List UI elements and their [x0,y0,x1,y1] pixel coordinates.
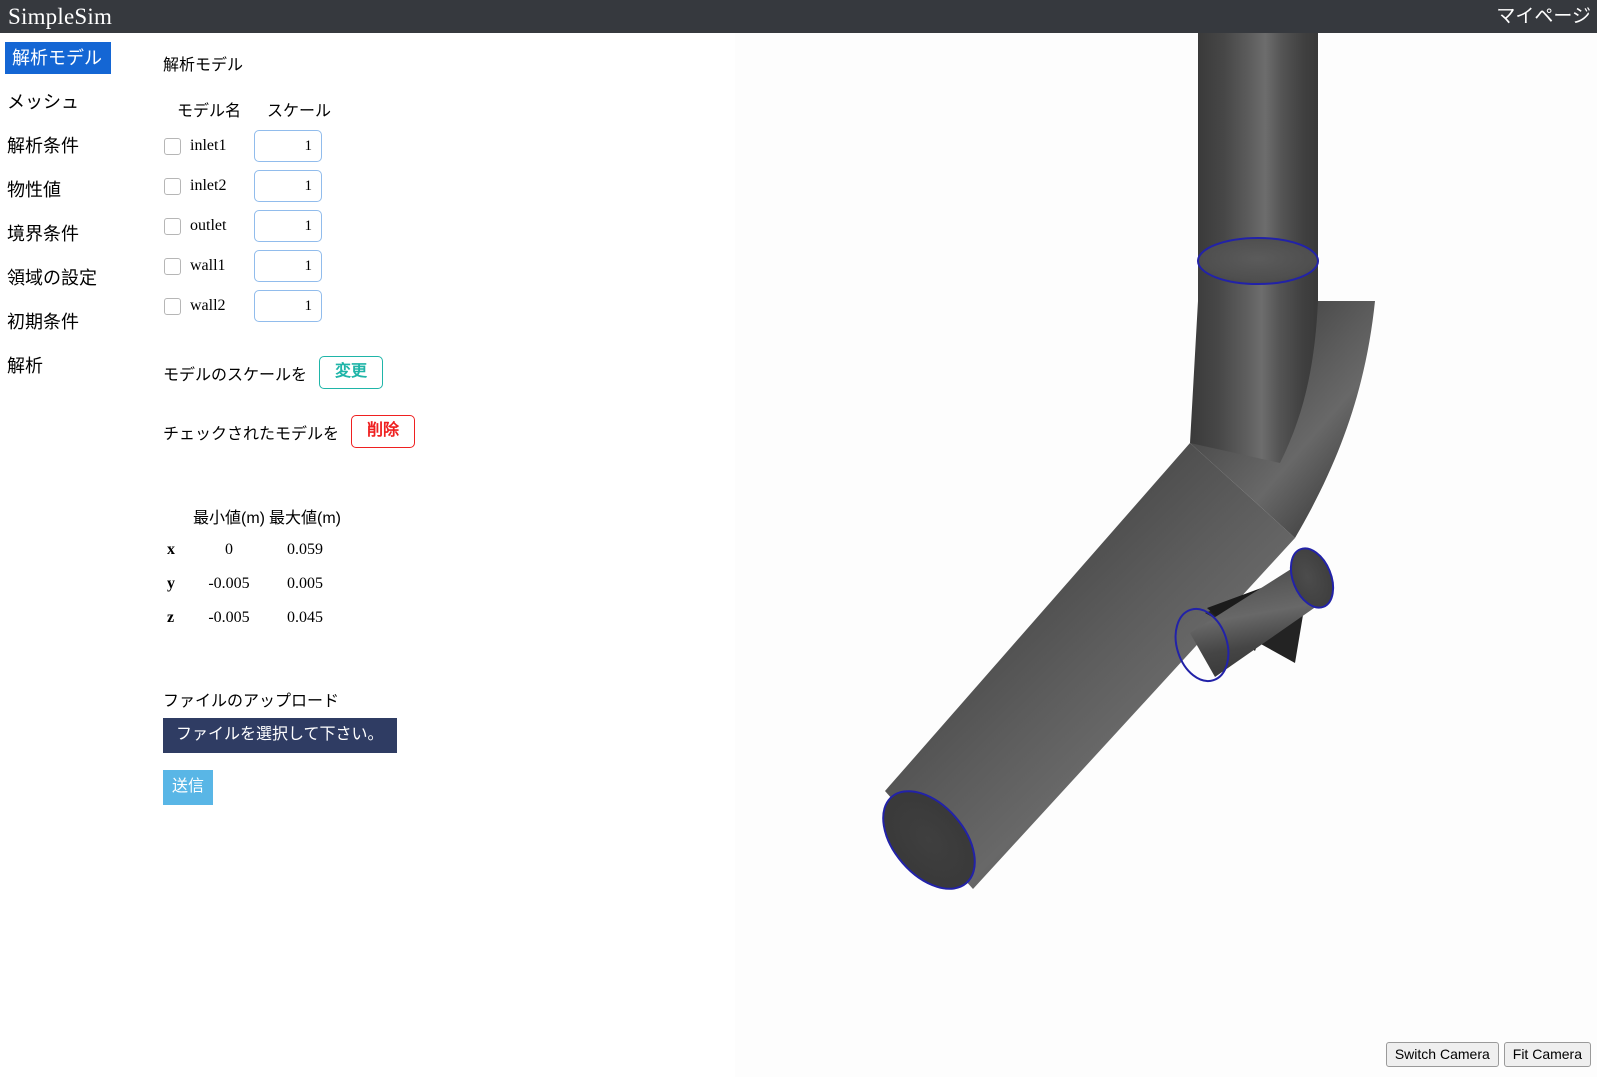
bounds-header-row: 最小値(m) 最大値(m) [165,504,343,541]
sidebar-item-mesh[interactable]: メッシュ [0,86,85,118]
3d-model-canvas[interactable] [735,33,1597,1077]
model-name-label: inlet1 [190,137,227,154]
table-row: inlet1 [164,130,344,170]
scale-input-wall2[interactable] [254,290,322,322]
file-upload-label: ファイルのアップロード [163,693,340,710]
table-row: wall1 [164,250,344,290]
mypage-link[interactable]: マイページ [1496,7,1597,26]
sidebar-item-analysis-conditions[interactable]: 解析条件 [0,130,85,162]
model-name-cell: inlet2 [164,177,254,195]
column-header-max: 最大値(m) [269,510,341,527]
column-header-model-name: モデル名 [176,103,241,120]
page-title: 解析モデル [163,57,244,74]
bounds-axis-z: z [167,609,175,626]
scale-input-wall1[interactable] [254,250,322,282]
delete-models-button[interactable]: 削除 [351,415,416,448]
app-header: SimpleSim マイページ [0,0,1597,33]
scale-action-row: モデルのスケールを 変更 [163,356,735,389]
app-root: SimpleSim マイページ 解析モデル メッシュ 解析条件 物性値 境界条件… [0,0,1597,1077]
model-name-cell: wall1 [164,257,254,275]
switch-camera-button[interactable]: Switch Camera [1385,1042,1499,1067]
scale-input-outlet[interactable] [254,210,322,242]
pipe-lower-segment [882,443,1295,890]
sidebar: 解析モデル メッシュ 解析条件 物性値 境界条件 領域の設定 初期条件 解析 [0,33,150,1077]
sidebar-item-boundary-conditions[interactable]: 境界条件 [0,218,85,250]
sidebar-item-initial-conditions[interactable]: 初期条件 [0,306,85,338]
pipe-upper-segment [1190,33,1319,463]
bounds-y-min: -0.005 [208,575,250,592]
delete-action-label: チェックされたモデルを [163,425,340,443]
sidebar-item-kaiseki-model[interactable]: 解析モデル [5,42,111,74]
pipe-opening-inlet1 [1197,237,1319,285]
sidebar-item-region-settings[interactable]: 領域の設定 [0,262,103,294]
model-name-label: wall2 [190,297,226,314]
checkbox-outlet[interactable] [164,217,181,235]
model-name-label: outlet [190,217,227,234]
scale-input-inlet1[interactable] [254,130,322,162]
bounds-z-min: -0.005 [208,609,250,626]
bounds-z-max: 0.045 [287,609,323,626]
fit-camera-button[interactable]: Fit Camera [1503,1042,1591,1067]
bounds-x-min: 0 [225,541,233,558]
model-name-cell: wall2 [164,297,254,315]
bounds-x-max: 0.059 [287,541,323,558]
table-row: outlet [164,210,344,250]
column-header-min: 最小値(m) [193,510,265,527]
checkbox-wall1[interactable] [164,257,181,275]
delete-action-row: チェックされたモデルを 削除 [163,415,735,448]
column-header-scale: スケール [266,103,331,120]
bounds-axis-y: y [167,575,175,592]
app-brand: SimpleSim [8,4,113,29]
sidebar-item-material-properties[interactable]: 物性値 [0,174,67,206]
submit-button[interactable]: 送信 [163,770,214,805]
sidebar-item-analysis[interactable]: 解析 [0,350,49,382]
table-row: wall2 [164,290,344,330]
model-name-label: inlet2 [190,177,227,194]
checkbox-inlet1[interactable] [164,137,181,155]
bounds-axis-spacer [165,504,191,541]
model-name-cell: inlet1 [164,137,254,155]
bounding-box-table: 最小値(m) 最大値(m) x 0 0.059 y -0.005 0.005 z… [165,504,343,643]
scale-input-inlet2[interactable] [254,170,322,202]
table-row: z -0.005 0.045 [165,609,343,643]
3d-viewport[interactable]: Switch Camera Fit Camera [735,33,1597,1077]
bounds-axis-x: x [167,541,175,558]
table-row: y -0.005 0.005 [165,575,343,609]
scale-action-label: モデルのスケールを [163,366,308,384]
model-table: モデル名 スケール inlet1 1 inlet2 1 outlet 1 wal… [164,97,344,330]
checkbox-inlet2[interactable] [164,177,181,195]
table-row: inlet2 [164,170,344,210]
main-panel: 解析モデル モデル名 スケール inlet1 1 inlet2 1 outlet… [150,33,735,1077]
model-name-label: wall1 [190,257,226,274]
file-upload-section: ファイルのアップロード ファイルを選択して下さい。 送信 [163,687,735,805]
table-row: x 0 0.059 [165,541,343,575]
camera-controls: Switch Camera Fit Camera [1385,1042,1591,1067]
bounds-y-max: 0.005 [287,575,323,592]
choose-file-button[interactable]: ファイルを選択して下さい。 [163,718,397,753]
checkbox-wall2[interactable] [164,297,181,315]
model-name-cell: outlet [164,217,254,235]
change-scale-button[interactable]: 変更 [319,356,384,389]
model-table-header-row: モデル名 スケール [164,97,344,130]
